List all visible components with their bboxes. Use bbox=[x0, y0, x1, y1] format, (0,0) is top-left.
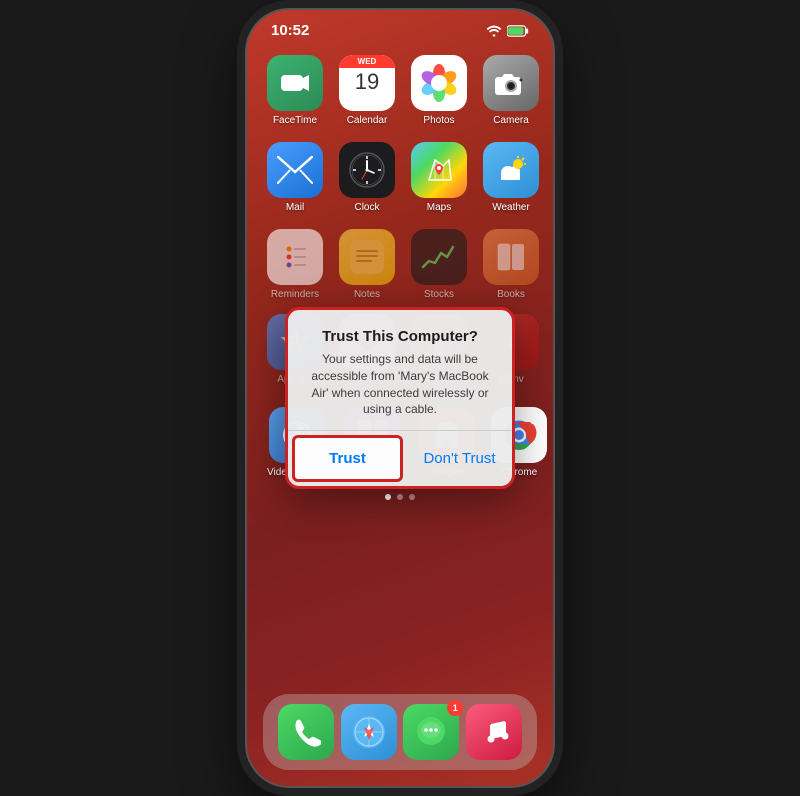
phone-frame: 10:52 FaceTime bbox=[245, 8, 555, 788]
dont-trust-button[interactable]: Don't Trust bbox=[407, 431, 512, 486]
dialog-message: Your settings and data will be accessibl… bbox=[304, 351, 496, 418]
dialog-overlay: Trust This Computer? Your settings and d… bbox=[247, 10, 553, 786]
dialog-title: Trust This Computer? bbox=[304, 328, 496, 345]
trust-dialog: Trust This Computer? Your settings and d… bbox=[285, 307, 515, 489]
dialog-buttons: Trust Don't Trust bbox=[288, 430, 512, 486]
dialog-content: Trust This Computer? Your settings and d… bbox=[288, 310, 512, 430]
trust-button[interactable]: Trust bbox=[292, 435, 403, 482]
